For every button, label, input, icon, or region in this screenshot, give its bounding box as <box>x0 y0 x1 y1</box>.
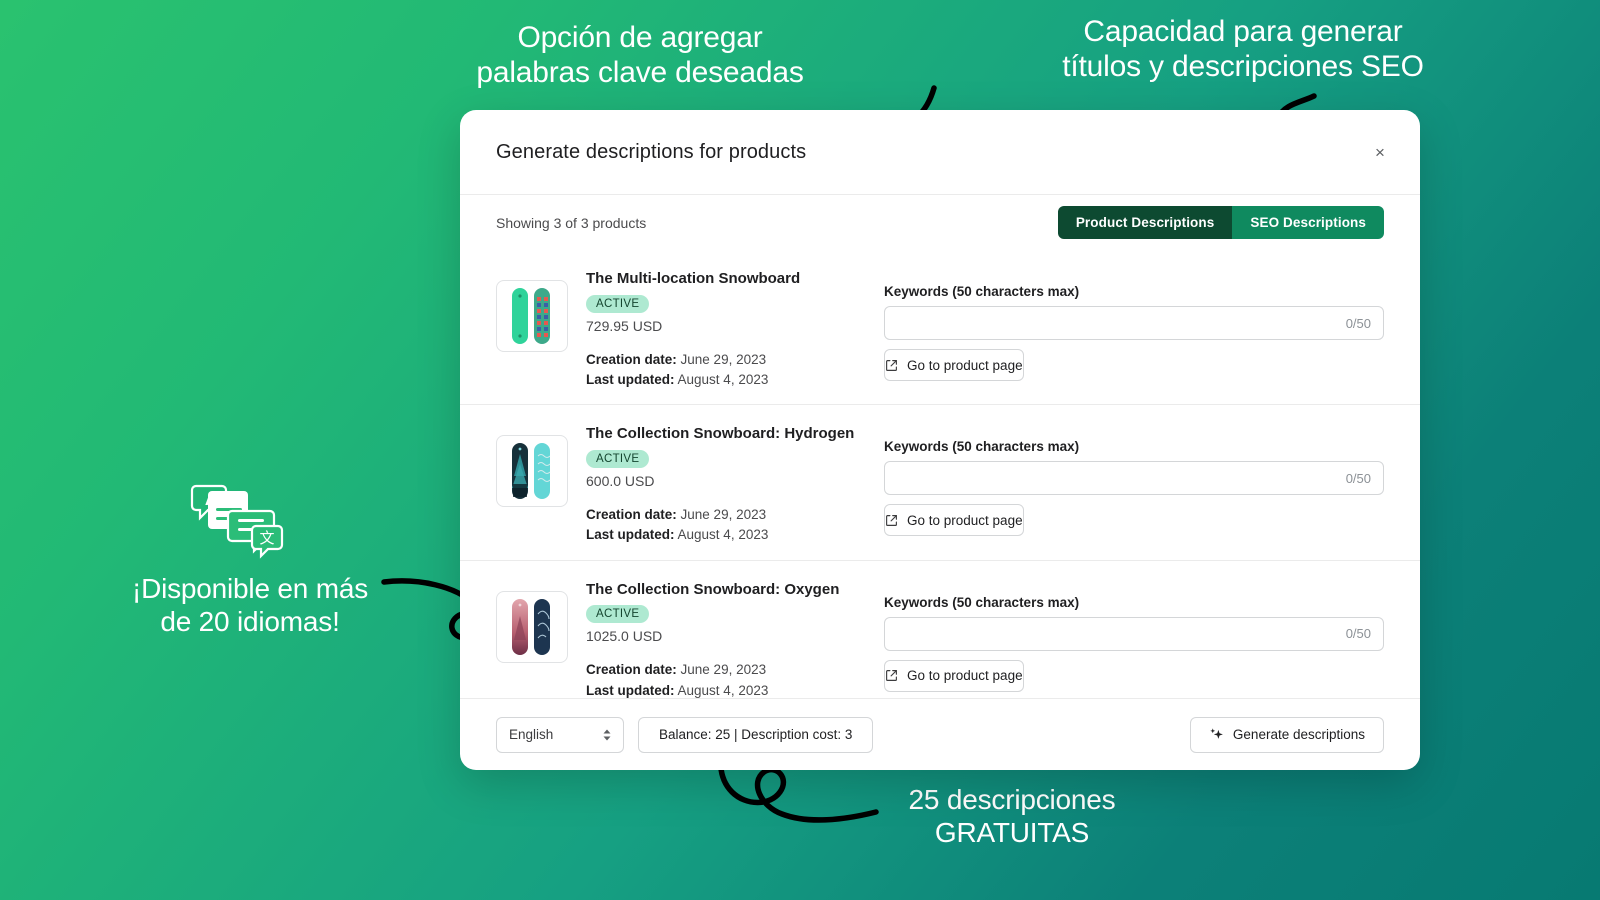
keywords-input[interactable] <box>897 626 1338 641</box>
go-to-product-page-button[interactable]: Go to product page <box>884 349 1024 381</box>
language-select-value: English <box>509 727 554 742</box>
external-link-icon <box>886 359 897 371</box>
keywords-input[interactable] <box>897 470 1338 486</box>
keywords-input[interactable] <box>897 315 1338 331</box>
keywords-input-wrapper[interactable]: 0/50 <box>884 306 1384 340</box>
promo-seo-text: Capacidad para generar títulos y descrip… <box>1062 15 1424 84</box>
product-info: The Collection Snowboard: Oxygen ACTIVE … <box>586 577 866 699</box>
product-price: 600.0 USD <box>586 473 655 489</box>
keywords-input-wrapper[interactable]: 0/50 <box>884 616 1384 651</box>
go-to-product-page-button[interactable]: Go to product page <box>884 504 1024 537</box>
creation-date-value: June 29, 2023 <box>680 351 767 367</box>
last-updated-value: August 4, 2023 <box>677 527 769 543</box>
keywords-counter: 0/50 <box>1345 470 1371 486</box>
translate-icon: A 文 <box>190 484 284 559</box>
product-name: The Collection Snowboard: Oxygen <box>586 580 840 598</box>
go-to-product-page-label: Go to product page <box>907 357 1023 373</box>
product-list: The Multi-location Snowboard ACTIVE 729.… <box>460 250 1420 698</box>
status-badge: ACTIVE <box>586 450 650 468</box>
page-title: Generate descriptions for products <box>496 140 807 163</box>
product-form: Keywords (50 characters max) 0/50 Go to … <box>866 421 1384 537</box>
product-thumbnail <box>496 590 568 663</box>
product-meta: Creation date: June 29, 2023 Last update… <box>586 350 866 391</box>
product-price: 1025.0 USD <box>586 628 663 645</box>
promo-languages-text: ¡Disponible en más de 20 idiomas! <box>131 573 369 638</box>
language-select[interactable]: English <box>496 716 624 753</box>
go-to-product-page-button[interactable]: Go to product page <box>884 659 1024 692</box>
go-to-product-page-label: Go to product page <box>907 512 1023 528</box>
product-info: The Multi-location Snowboard ACTIVE 729.… <box>586 266 866 390</box>
last-updated-value: August 4, 2023 <box>677 682 769 698</box>
last-updated-label: Last updated: <box>586 372 675 387</box>
product-price: 729.95 USD <box>586 317 663 334</box>
product-form: Keywords (50 characters max) 0/50 Go to … <box>866 577 1384 692</box>
promo-keywords-text: Opción de agregar palabras clave deseada… <box>476 21 804 90</box>
product-meta: Creation date: June 29, 2023 Last update… <box>586 660 866 698</box>
keywords-label: Keywords (50 characters max) <box>884 594 1080 610</box>
tab-product-descriptions[interactable]: Product Descriptions <box>1057 206 1233 239</box>
generate-descriptions-label: Generate descriptions <box>1232 727 1365 742</box>
product-name: The Multi-location Snowboard <box>586 270 801 287</box>
showing-count-text: Showing 3 of 3 products <box>496 214 647 231</box>
chevron-updown-icon <box>602 728 612 742</box>
close-icon[interactable]: × <box>1366 138 1394 166</box>
creation-date-value: June 29, 2023 <box>680 662 767 678</box>
product-info: The Collection Snowboard: Hydrogen ACTIV… <box>586 421 866 545</box>
generate-descriptions-button[interactable]: Generate descriptions <box>1189 716 1384 753</box>
modal-subbar: Showing 3 of 3 products Product Descript… <box>460 194 1420 250</box>
last-updated-label: Last updated: <box>586 682 675 698</box>
product-form: Keywords (50 characters max) 0/50 Go to … <box>866 266 1384 381</box>
sparkle-icon <box>1210 728 1223 739</box>
keywords-label: Keywords (50 characters max) <box>884 284 1080 299</box>
product-meta: Creation date: June 29, 2023 Last update… <box>586 505 866 546</box>
keywords-label: Keywords (50 characters max) <box>884 439 1080 455</box>
svg-text:A: A <box>205 490 217 509</box>
table-row: The Multi-location Snowboard ACTIVE 729.… <box>460 250 1420 404</box>
product-thumbnail <box>496 435 568 508</box>
keywords-input-wrapper[interactable]: 0/50 <box>884 461 1384 496</box>
generate-descriptions-modal: Generate descriptions for products × Sho… <box>460 110 1420 770</box>
last-updated-value: August 4, 2023 <box>677 372 769 387</box>
modal-footer: English Balance: 25 | Description cost: … <box>460 698 1420 770</box>
creation-date-label: Creation date: <box>586 662 677 678</box>
keywords-counter: 0/50 <box>1345 626 1371 641</box>
description-type-tabs: Product Descriptions SEO Descriptions <box>1057 206 1384 239</box>
modal-header: Generate descriptions for products × <box>460 110 1420 194</box>
keywords-counter: 0/50 <box>1345 315 1371 331</box>
svg-text:文: 文 <box>259 530 274 547</box>
tab-seo-descriptions[interactable]: SEO Descriptions <box>1232 206 1384 239</box>
creation-date-label: Creation date: <box>586 351 677 367</box>
product-thumbnail <box>496 280 568 352</box>
promo-free-descriptions-text: 25 descripciones GRATUITAS <box>908 784 1116 849</box>
last-updated-label: Last updated: <box>586 527 675 543</box>
status-badge: ACTIVE <box>586 294 650 313</box>
table-row: The Collection Snowboard: Hydrogen ACTIV… <box>460 404 1420 559</box>
product-name: The Collection Snowboard: Hydrogen <box>586 425 855 443</box>
external-link-icon <box>886 514 897 526</box>
creation-date-label: Creation date: <box>586 507 677 522</box>
go-to-product-page-label: Go to product page <box>907 668 1023 683</box>
external-link-icon <box>886 670 897 681</box>
table-row: The Collection Snowboard: Oxygen ACTIVE … <box>460 559 1420 699</box>
balance-button[interactable]: Balance: 25 | Description cost: 3 <box>638 716 874 753</box>
status-badge: ACTIVE <box>586 605 650 624</box>
creation-date-value: June 29, 2023 <box>680 507 767 522</box>
